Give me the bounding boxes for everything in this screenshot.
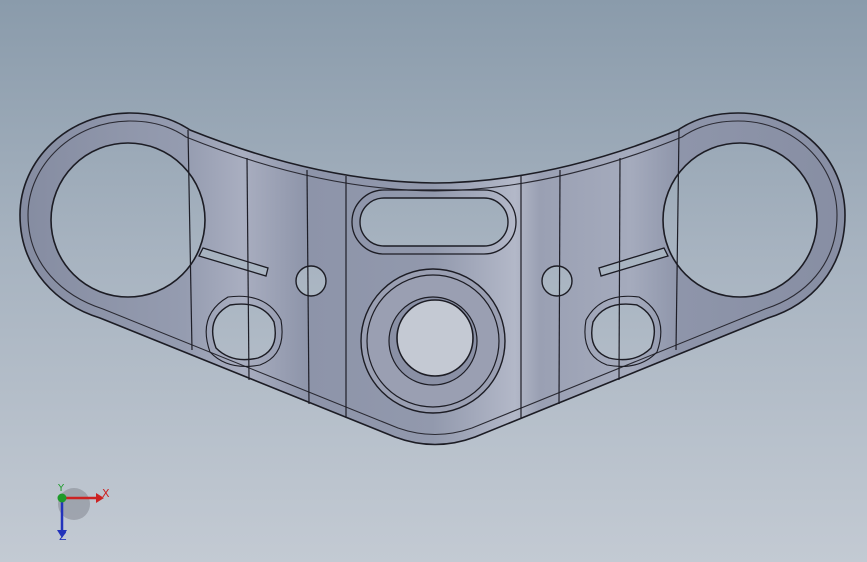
- triad-x-label: X: [102, 487, 110, 500]
- center-steering-bore[interactable]: [396, 299, 474, 377]
- triad-y-label: Y: [58, 483, 65, 494]
- triad-z-label: Z: [59, 530, 67, 543]
- reference-triad: X Y Z: [40, 478, 130, 548]
- triple-clamp-part[interactable]: [0, 0, 867, 562]
- graphics-viewport[interactable]: X Y Z: [0, 0, 867, 562]
